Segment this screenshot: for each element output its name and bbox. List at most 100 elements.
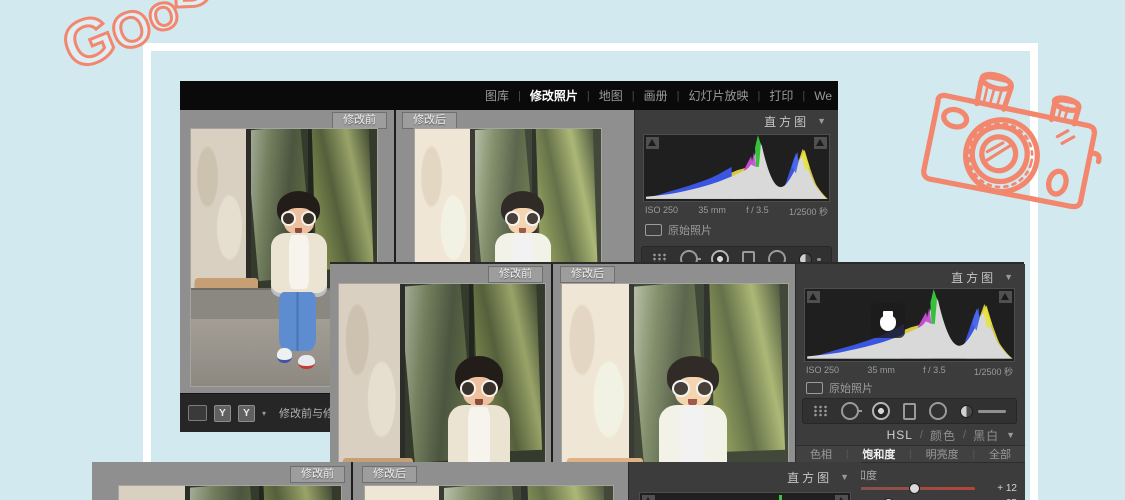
pane-divider [351,462,353,500]
tab-print[interactable]: 打印 [769,87,793,104]
exif-row: ISO 250 35 mm f / 3.5 1/2500 秒 [806,365,1013,378]
histogram-chart[interactable] [639,492,851,500]
good-letter: D [171,0,215,17]
marble-wall [562,284,634,470]
photo-card-icon [806,382,823,394]
sunglasses-right-lens [481,380,497,397]
child-pants [279,292,316,351]
before-label-badge: 修改前 [332,112,387,129]
tab-web[interactable]: We [814,89,832,103]
photo-after[interactable] [364,485,614,500]
histogram-header: 直方图 ▼ [796,266,1025,288]
tab-luminance[interactable]: 明亮度 [926,446,959,462]
sunglasses-right-lens [301,211,316,226]
tab-slideshow[interactable]: 幻灯片放映 [688,87,748,104]
marble-wall [365,486,444,500]
tab-all[interactable]: 全部 [989,446,1011,462]
window-glass-left [439,486,526,500]
after-label-badge: 修改后 [402,112,457,129]
brush-tool-icon[interactable] [960,405,973,418]
tab-hue[interactable]: 色相 [810,446,832,462]
loupe-view-button[interactable] [188,405,207,421]
photo-scene [365,486,613,500]
tab-map[interactable]: 地图 [599,87,623,104]
histogram-chart[interactable] [643,134,830,202]
original-photo-label: 原始照片 [668,222,712,238]
color-title[interactable]: 颜色 [930,427,956,444]
histogram-header: 直方图 ▼ [629,466,861,488]
window-glass-right [264,486,338,500]
spot-removal-tool-button[interactable] [841,402,859,420]
tab-separator: | [909,449,912,460]
highlight-clipping-indicator[interactable] [814,137,827,149]
before-after-split-button[interactable]: Y [238,405,255,422]
shadow-clipping-indicator[interactable] [646,137,659,149]
module-picker: 图库 | 修改照片 | 地图 | 画册 | 幻灯片放映 | 打印 | We [180,81,838,110]
collapse-icon[interactable]: ▼ [817,116,826,126]
crop-tool-button[interactable] [813,405,828,417]
collapse-icon[interactable]: ▼ [1006,430,1015,440]
iso-value: ISO 250 [645,205,678,218]
window-reflection [186,486,341,500]
original-photo-toggle[interactable]: 原始照片 [806,380,873,396]
histogram-chart[interactable] [804,288,1015,362]
collapse-icon[interactable]: ▼ [1004,272,1013,282]
iso-value: ISO 250 [806,365,839,378]
hsl-title[interactable]: HSL [887,428,913,442]
shadow-clipping-indicator[interactable] [807,291,820,303]
child-left-shoe [277,348,292,363]
adjustment-amount-slider[interactable] [960,405,1006,418]
camera-icon [893,62,1125,258]
histogram-title: 直方图 [951,269,996,286]
after-label-badge: 修改后 [362,466,417,483]
marble-wall [119,486,190,500]
original-photo-toggle[interactable]: 原始照片 [645,222,712,238]
window-glass-left [185,486,264,500]
nav-separator: | [802,90,805,102]
photo-before[interactable] [118,485,342,500]
radial-filter-tool-button[interactable] [929,402,947,420]
shadow-clipping-indicator[interactable] [642,495,655,500]
marble-wall [191,129,251,288]
bw-title[interactable]: 黑白 [973,427,999,444]
histogram-green-spike [779,495,782,500]
amount-slider-track[interactable] [817,258,821,261]
histogram-header: 直方图 ▼ [635,110,838,132]
marble-wall [339,284,405,470]
photo-card-icon [645,224,662,236]
tool-strip [802,398,1017,424]
red-slider-knob[interactable] [909,483,920,494]
child-shirt [289,235,309,290]
red-slider-value: + 12 [983,483,1017,494]
caret-down-icon[interactable]: ▾ [262,409,266,418]
tab-book[interactable]: 画册 [644,87,668,104]
histogram-panel: 直方图 ▼ [628,462,861,500]
shutter-speed-value: 1/2500 秒 [974,365,1013,378]
child-figure [265,191,332,386]
before-label-badge: 修改前 [290,466,345,483]
tab-library[interactable]: 图库 [485,87,509,104]
drive-icon [880,311,896,331]
tab-saturation[interactable]: 饱和度 [862,446,895,462]
sunglasses-left-lens [460,380,476,397]
tab-separator: | [973,449,976,460]
histogram-curves [644,135,829,201]
exif-row: ISO 250 35 mm f / 3.5 1/2500 秒 [645,205,828,218]
graduated-filter-tool-button[interactable] [903,403,916,420]
amount-slider-track[interactable] [978,410,1006,413]
before-label-badge: 修改前 [488,266,543,283]
tab-develop[interactable]: 修改照片 [530,87,578,104]
sunglasses-left-lens [672,380,690,397]
collapse-icon[interactable]: ▼ [840,472,849,482]
red-eye-tool-button[interactable] [872,402,890,420]
highlight-clipping-indicator[interactable] [999,291,1012,303]
focal-length-value: 35 mm [867,365,895,378]
nav-separator: | [632,90,635,102]
original-photo-label: 原始照片 [829,380,873,396]
nav-separator: | [587,90,590,102]
aperture-value: f / 3.5 [923,365,946,378]
before-after-left-right-button[interactable]: Y [214,405,231,422]
highlight-clipping-indicator[interactable] [835,495,848,500]
sunglasses-left-lens [281,211,296,226]
aperture-value: f / 3.5 [746,205,769,218]
